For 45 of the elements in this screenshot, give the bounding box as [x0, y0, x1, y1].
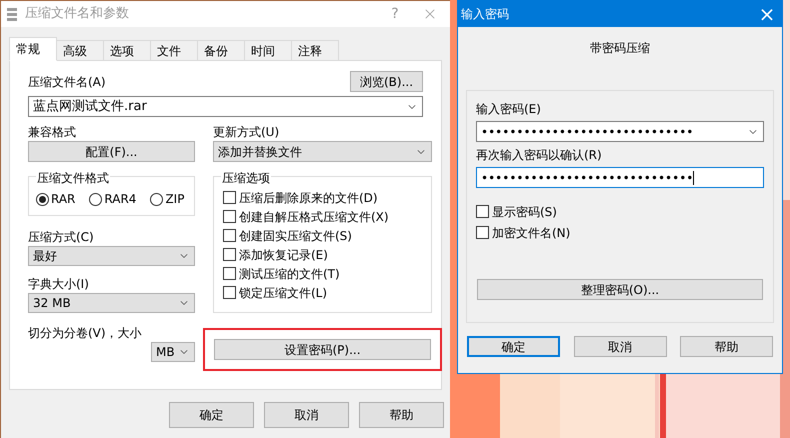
config-button[interactable]: 配置(F)...	[28, 141, 195, 162]
checkbox[interactable]: 锁定压缩文件(L)	[223, 283, 422, 302]
dialog-button[interactable]: 帮助	[359, 402, 444, 428]
dialog-button[interactable]: 取消	[264, 402, 349, 428]
dropdown[interactable]: 最好	[28, 246, 195, 266]
dropdown[interactable]: MB	[151, 342, 195, 362]
password-field[interactable]: ••••••••••••••••••••••••••••••	[476, 167, 764, 188]
tab[interactable]: 常规	[9, 37, 57, 61]
window-title: 输入密码	[461, 6, 509, 23]
dialog-button[interactable]: 取消	[574, 336, 666, 357]
dialog-button[interactable]: 帮助	[680, 336, 773, 357]
group-title: 压缩选项	[221, 169, 271, 187]
dropdown[interactable]: ••••••••••••••••••••••••••••••	[476, 121, 764, 142]
checkbox[interactable]: 测试压缩的文件(T)	[223, 264, 422, 283]
field-label: 切分为分卷(V)，大小	[28, 325, 143, 342]
radio-button[interactable]: RAR	[36, 190, 76, 208]
archive-icon	[7, 8, 17, 20]
field-label: 压缩文件名(A)	[28, 74, 106, 91]
browse-button[interactable]: 浏览(B)...	[350, 71, 423, 92]
radio-button[interactable]: RAR4	[89, 190, 136, 208]
window-title: 压缩文件名和参数	[25, 5, 130, 24]
radio-button[interactable]: ZIP	[150, 190, 184, 208]
checkbox[interactable]: 创建自解压格式压缩文件(X)	[223, 207, 422, 226]
tab[interactable]: 注释	[291, 40, 339, 61]
close-button[interactable]: ×	[752, 4, 782, 24]
dropdown[interactable]: 蓝点网测试文件.rar	[28, 96, 423, 117]
group-title: 压缩文件格式	[36, 169, 110, 187]
checkbox[interactable]: 显示密码(S)	[476, 202, 764, 221]
dialog-button[interactable]: 确定	[467, 336, 560, 357]
dropdown[interactable]: 32 MB	[28, 293, 195, 313]
checkbox[interactable]: 创建固实压缩文件(S)	[223, 226, 422, 245]
field-label: 压缩方式(C)	[28, 229, 95, 246]
field-label: 更新方式(U)	[213, 124, 280, 141]
dialog-heading: 带密码压缩	[589, 40, 651, 57]
organize-button[interactable]: 整理密码(O)...	[477, 279, 763, 300]
field-label: 再次输入密码以确认(R)	[476, 147, 603, 164]
dialog-button[interactable]: 确定	[169, 402, 254, 428]
field-label: 输入密码(E)	[476, 101, 542, 118]
checkbox[interactable]: 加密文件名(N)	[476, 223, 764, 242]
checkbox[interactable]: 添加恢复记录(E)	[223, 245, 422, 264]
field-label: 兼容格式	[28, 124, 77, 141]
dropdown[interactable]: 添加并替换文件	[213, 141, 432, 162]
checkbox[interactable]: 压缩后删除原来的文件(D)	[223, 188, 422, 207]
set-password-button[interactable]: 设置密码(P)...	[214, 339, 431, 360]
field-label: 字典大小(I)	[28, 276, 90, 293]
